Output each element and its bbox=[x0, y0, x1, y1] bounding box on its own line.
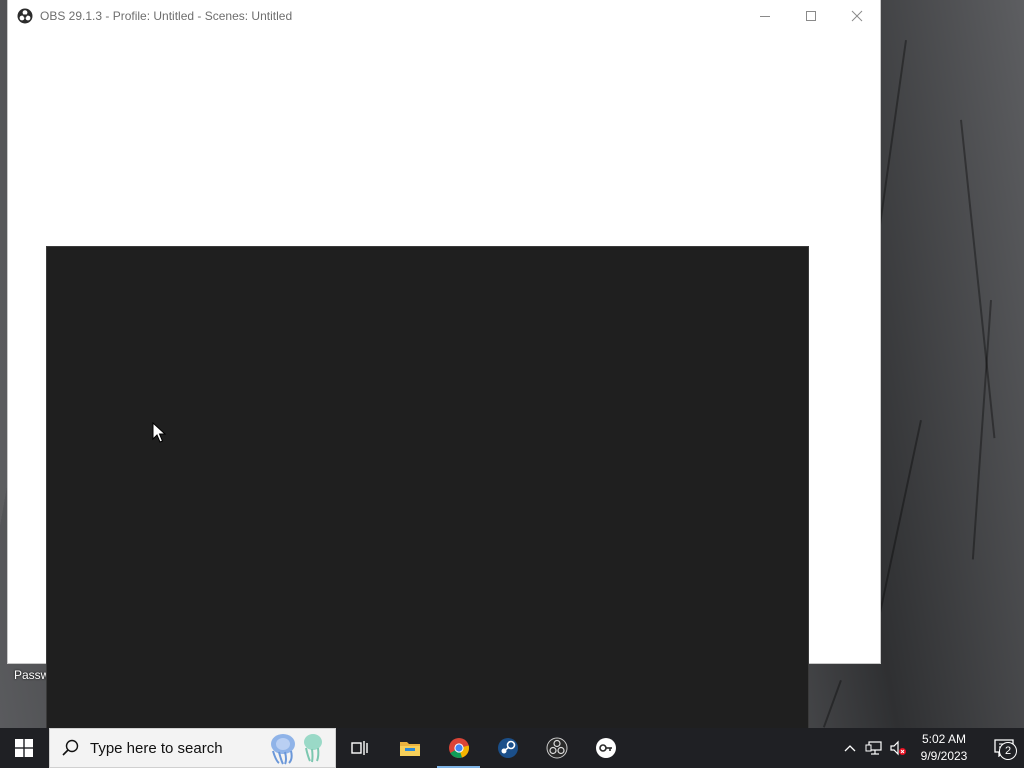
notification-count-badge: 2 bbox=[999, 742, 1017, 760]
mouse-cursor-icon bbox=[152, 422, 166, 443]
taskbar-clock[interactable]: 5:02 AM 9/9/2023 bbox=[914, 731, 974, 765]
steam-button[interactable] bbox=[483, 728, 532, 768]
minimize-button[interactable] bbox=[742, 0, 788, 31]
window-controls bbox=[742, 0, 880, 31]
close-icon bbox=[851, 10, 863, 21]
obs-studio-button[interactable] bbox=[532, 728, 581, 768]
tool-app-button[interactable] bbox=[581, 728, 630, 768]
file-explorer-button[interactable] bbox=[385, 728, 434, 768]
chevron-up-icon bbox=[844, 745, 856, 752]
start-button[interactable] bbox=[0, 728, 48, 768]
taskbar-search-box[interactable]: Type here to search bbox=[49, 728, 336, 768]
dark-dialog-window[interactable] bbox=[47, 247, 808, 728]
task-view-icon bbox=[350, 741, 368, 755]
minimize-icon bbox=[760, 15, 770, 17]
window-title: OBS 29.1.3 - Profile: Untitled - Scenes:… bbox=[40, 8, 293, 23]
show-hidden-icons-button[interactable] bbox=[838, 728, 862, 768]
maximize-icon bbox=[806, 10, 816, 21]
search-icon bbox=[62, 739, 79, 756]
desktop-icon-label[interactable]: Passw bbox=[14, 668, 49, 682]
key-app-icon bbox=[595, 738, 616, 758]
clock-date: 9/9/2023 bbox=[920, 749, 968, 763]
system-tray: 5:02 AM 9/9/2023 2 bbox=[838, 728, 1024, 768]
obs-studio-icon bbox=[546, 737, 567, 759]
close-button[interactable] bbox=[834, 0, 880, 31]
title-bar[interactable]: OBS 29.1.3 - Profile: Untitled - Scenes:… bbox=[8, 0, 880, 31]
steam-icon bbox=[497, 738, 518, 758]
network-icon bbox=[865, 741, 882, 755]
task-view-button[interactable] bbox=[336, 728, 385, 768]
chrome-button[interactable] bbox=[434, 728, 483, 768]
search-placeholder: Type here to search bbox=[90, 739, 223, 757]
network-button[interactable] bbox=[862, 728, 886, 768]
maximize-button[interactable] bbox=[788, 0, 834, 31]
windows-logo-icon bbox=[15, 739, 33, 757]
folder-icon bbox=[399, 742, 420, 756]
jellyfish-search-highlight-icon bbox=[271, 734, 322, 765]
volume-muted-icon bbox=[890, 740, 906, 756]
clock-time: 5:02 AM bbox=[921, 732, 967, 746]
action-center-button[interactable]: 2 bbox=[984, 728, 1024, 768]
taskbar: Type here to search 5:02 AM 9/9/2023 2 bbox=[0, 728, 1024, 768]
obs-logo-icon bbox=[17, 8, 33, 23]
volume-button[interactable] bbox=[886, 728, 910, 768]
chrome-icon bbox=[448, 738, 469, 758]
